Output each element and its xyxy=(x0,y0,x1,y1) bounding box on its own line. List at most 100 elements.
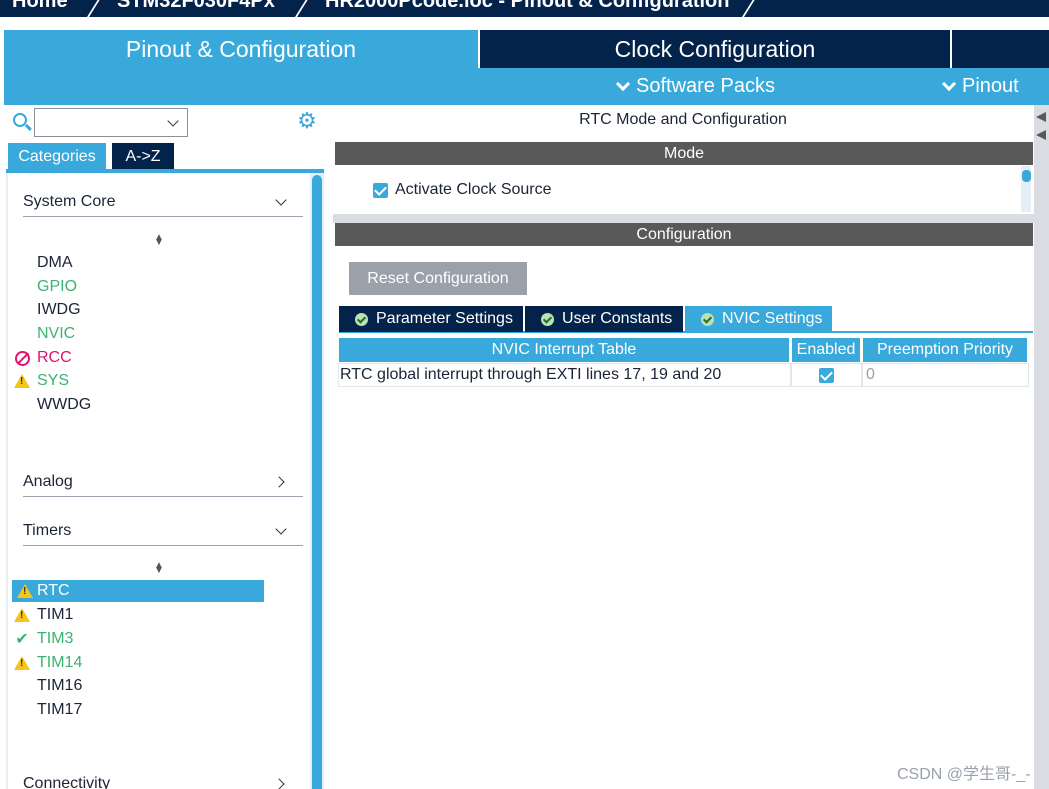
tab-a-z[interactable]: A->Z xyxy=(112,143,174,170)
breadcrumb-project[interactable]: HR2000Pcode.ioc - Pinout & Configuration xyxy=(325,0,729,13)
section-label: System Core xyxy=(23,193,116,210)
check-circle-icon xyxy=(355,312,368,326)
item-label: WWDG xyxy=(37,396,92,413)
table-cell-enabled[interactable] xyxy=(791,363,862,387)
section-system-core[interactable]: System Core xyxy=(23,187,303,217)
item-label: TIM14 xyxy=(37,654,83,671)
pinout-menu-label: Pinout xyxy=(962,75,1019,97)
activate-clock-source-checkbox[interactable] xyxy=(373,182,388,198)
forbidden-icon xyxy=(13,349,31,367)
search-combobox[interactable] xyxy=(34,108,188,137)
list-item-gpio[interactable]: GPIO xyxy=(37,276,77,298)
warning-icon xyxy=(13,654,31,672)
section-label: Analog xyxy=(23,473,73,490)
breadcrumb-separator xyxy=(278,0,312,17)
tab-extra[interactable] xyxy=(952,30,1049,68)
main-tabs: Pinout & Configuration Clock Configurati… xyxy=(0,28,1049,68)
activate-clock-source-row[interactable]: Activate Clock Source xyxy=(373,181,552,199)
section-connectivity[interactable]: Connectivity xyxy=(23,769,303,789)
warning-icon xyxy=(16,582,34,600)
item-label: RCC xyxy=(37,349,72,366)
column-header[interactable]: NVIC Interrupt Table xyxy=(339,338,789,362)
mode-scrollbar[interactable] xyxy=(1021,166,1031,212)
breadcrumb-separator xyxy=(725,0,759,17)
tab-clock-configuration[interactable]: Clock Configuration xyxy=(480,30,950,68)
config-subtabs: Parameter Settings User Constants NVIC S… xyxy=(339,306,1033,333)
list-item-dma[interactable]: DMA xyxy=(37,252,73,274)
mode-header: Mode xyxy=(335,142,1033,165)
chevron-down-icon xyxy=(615,76,631,91)
item-label: RTC xyxy=(37,582,70,599)
sort-icon[interactable]: ▲ ▼ xyxy=(153,233,165,248)
list-item-tim16[interactable]: TIM16 xyxy=(37,675,82,697)
list-item-sys[interactable]: SYS xyxy=(14,370,70,392)
section-label: Connectivity xyxy=(23,775,111,789)
warning-icon xyxy=(13,606,31,624)
software-packs-label: Software Packs xyxy=(636,75,775,97)
item-label: NVIC xyxy=(37,325,76,342)
chevron-down-icon[interactable] xyxy=(275,194,287,206)
enabled-checkbox[interactable] xyxy=(819,367,834,383)
right-panel: RTC Mode and Configuration Mode Activate… xyxy=(333,105,1034,789)
item-label: TIM1 xyxy=(37,606,74,623)
section-analog[interactable]: Analog xyxy=(23,467,303,497)
tab-nvic-settings[interactable]: NVIC Settings xyxy=(685,306,832,332)
chevron-right-icon[interactable] xyxy=(273,778,285,789)
list-item-rcc[interactable]: RCC xyxy=(14,347,72,369)
activate-clock-source-label: Activate Clock Source xyxy=(395,181,552,198)
check-circle-icon xyxy=(701,312,714,326)
section-timers[interactable]: Timers xyxy=(23,516,303,546)
configuration-header: Configuration xyxy=(335,223,1033,246)
chevron-right-icon[interactable] xyxy=(273,476,285,488)
column-header[interactable]: Enabled xyxy=(792,338,860,362)
tab-label: NVIC Settings xyxy=(722,310,823,327)
breadcrumb-separator xyxy=(70,0,104,17)
table-cell-priority[interactable]: 0 xyxy=(862,363,1029,387)
list-item-nvic[interactable]: NVIC xyxy=(37,323,75,345)
chevron-down-icon[interactable] xyxy=(167,115,179,127)
item-label: TIM16 xyxy=(37,677,83,694)
breadcrumb: Home STM32F030F4Px HR2000Pcode.ioc - Pin… xyxy=(0,0,1049,17)
list-item-tim14[interactable]: TIM14 xyxy=(14,652,83,674)
tab-categories[interactable]: Categories xyxy=(8,143,106,170)
mode-area: Activate Clock Source xyxy=(335,166,1033,214)
column-header[interactable]: Preemption Priority xyxy=(863,338,1027,362)
right-edge-strip xyxy=(1034,105,1049,789)
panel-title: RTC Mode and Configuration xyxy=(579,111,787,128)
tab-parameter-settings[interactable]: Parameter Settings xyxy=(339,306,523,332)
software-packs-button[interactable]: Software Packs xyxy=(615,75,775,98)
breadcrumb-home[interactable]: Home xyxy=(12,0,68,13)
item-label: IWDG xyxy=(37,301,81,318)
tab-user-constants[interactable]: User Constants xyxy=(525,306,683,332)
left-panel: ⚙ Categories A->Z System Core ▲ ▼ DMA GPI… xyxy=(4,105,326,789)
item-label: TIM17 xyxy=(37,701,83,718)
section-label: Timers xyxy=(23,522,72,539)
reset-configuration-button[interactable]: Reset Configuration xyxy=(349,262,527,295)
list-item-iwdg[interactable]: IWDG xyxy=(37,299,81,321)
sort-icon[interactable]: ▲ ▼ xyxy=(153,561,165,576)
chevron-down-icon[interactable] xyxy=(275,523,287,535)
tab-label: User Constants xyxy=(562,310,673,327)
item-label: TIM3 xyxy=(37,630,74,647)
list-item-wwdg[interactable]: WWDG xyxy=(37,394,91,416)
list-item-tim1[interactable]: TIM1 xyxy=(14,604,74,626)
warning-icon xyxy=(13,372,31,390)
divider xyxy=(333,214,1034,223)
gear-icon[interactable]: ⚙ xyxy=(297,110,317,132)
checkmark-icon: ✔ xyxy=(15,631,29,648)
search-icon[interactable] xyxy=(13,113,27,127)
breadcrumb-device[interactable]: STM32F030F4Px xyxy=(117,0,275,13)
pinout-menu-button[interactable]: Pinout xyxy=(941,75,1019,98)
item-label: SYS xyxy=(37,372,70,389)
sub-toolbar: Software Packs Pinout xyxy=(4,68,1049,105)
list-item-tim3[interactable]: ✔ TIM3 xyxy=(15,628,74,650)
edge-gray xyxy=(1034,105,1049,789)
table-cell-interrupt-name: RTC global interrupt through EXTI lines … xyxy=(338,363,791,387)
chevron-down-icon xyxy=(941,76,957,91)
scrollbar-thumb[interactable] xyxy=(312,175,322,789)
watermark: CSDN @学生哥-_- xyxy=(897,766,1031,783)
list-item-rtc[interactable]: RTC xyxy=(12,580,264,602)
list-item-tim17[interactable]: TIM17 xyxy=(37,699,82,721)
item-label: DMA xyxy=(37,254,73,271)
tab-pinout-configuration[interactable]: Pinout & Configuration xyxy=(4,30,478,68)
